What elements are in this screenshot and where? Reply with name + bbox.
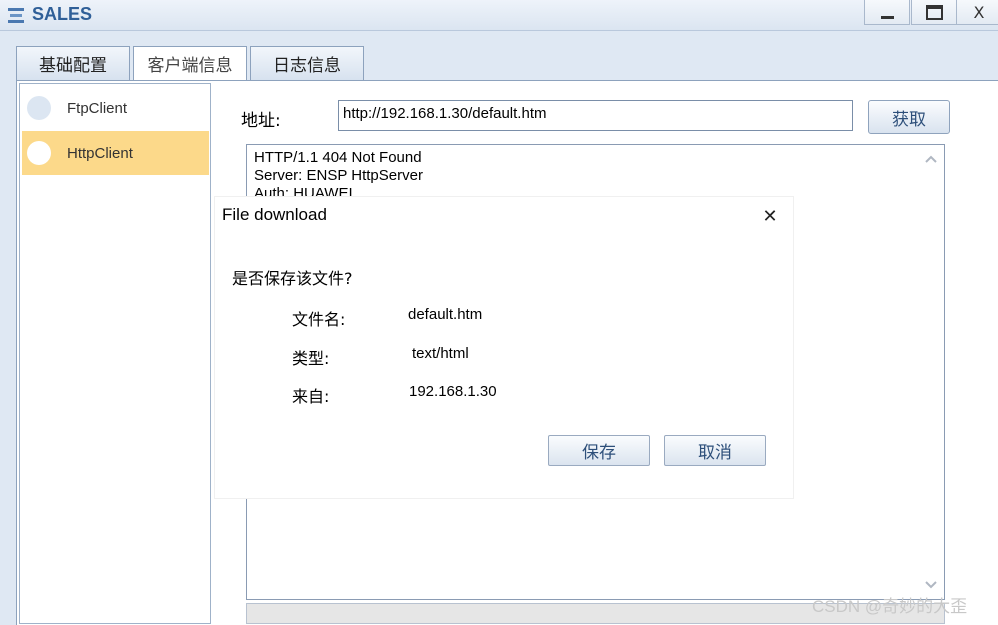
- tab-client-info[interactable]: 客户端信息: [133, 46, 247, 80]
- app-icon: [8, 8, 24, 23]
- file-download-dialog: File download ✕ 是否保存该文件? 文件名: default.ht…: [215, 197, 793, 498]
- circle-icon: [27, 96, 51, 120]
- dialog-question: 是否保存该文件?: [232, 269, 353, 288]
- scroll-up-icon[interactable]: [920, 149, 942, 169]
- field-value-source: 192.168.1.30: [409, 383, 497, 400]
- dialog-title: File download: [222, 205, 327, 224]
- address-label: 地址:: [241, 111, 281, 131]
- response-line: Server: ENSP HttpServer: [254, 167, 423, 184]
- field-label-source: 来自:: [292, 387, 330, 406]
- circle-icon: [27, 141, 51, 165]
- field-label-filename: 文件名:: [292, 310, 346, 329]
- list-item-httpclient[interactable]: HttpClient: [22, 131, 209, 175]
- tab-basic-config[interactable]: 基础配置: [16, 46, 130, 80]
- close-window-button[interactable]: X: [956, 0, 998, 25]
- minimize-icon: [880, 15, 894, 19]
- field-value-filename: default.htm: [408, 306, 483, 323]
- fetch-button[interactable]: 获取: [868, 100, 950, 134]
- field-label-type: 类型:: [292, 349, 330, 368]
- cancel-button[interactable]: 取消: [664, 435, 766, 466]
- response-line: HTTP/1.1 404 Not Found: [254, 149, 422, 166]
- save-button[interactable]: 保存: [548, 435, 650, 466]
- close-icon[interactable]: ✕: [759, 205, 781, 227]
- list-item-label: HttpClient: [67, 144, 133, 162]
- field-value-type: text/html: [412, 345, 469, 362]
- watermark: CSDN @奇妙的大歪: [812, 597, 968, 616]
- maximize-button[interactable]: [911, 0, 957, 25]
- maximize-icon: [925, 4, 943, 20]
- window-title: SALES: [32, 4, 93, 24]
- minimize-button[interactable]: [864, 0, 910, 25]
- title-bar: SALES X: [0, 0, 998, 31]
- client-list: FtpClient HttpClient: [19, 83, 211, 624]
- tab-log-info[interactable]: 日志信息: [250, 46, 364, 80]
- list-item-label: FtpClient: [67, 99, 128, 117]
- address-input[interactable]: http://192.168.1.30/default.htm: [338, 100, 853, 131]
- list-item-ftpclient[interactable]: FtpClient: [22, 86, 209, 130]
